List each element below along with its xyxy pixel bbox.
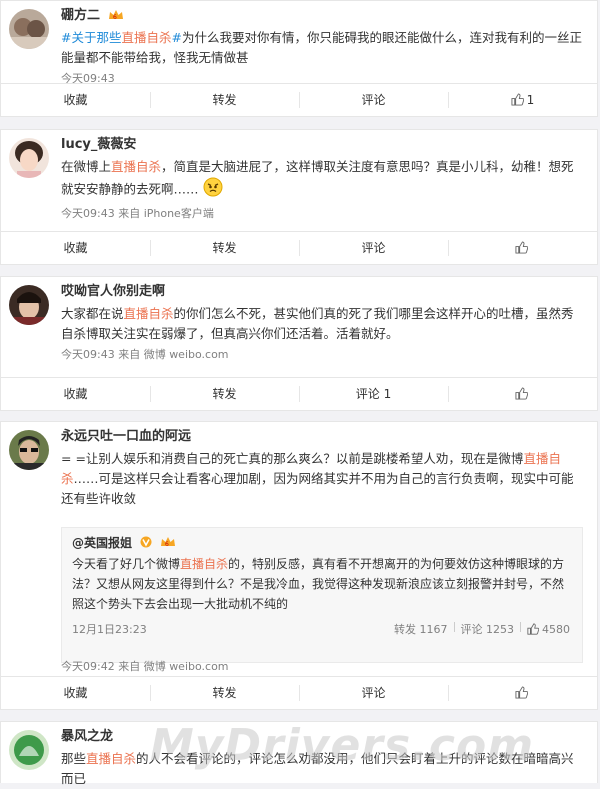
comment-card: 暴风之龙 那些直播自杀的人不会看评论的，评论怎么劝都没用，他们只会盯着上升的评论…	[0, 721, 598, 786]
text-span: = =让别人娱乐和消费自己的死亡真的那么爽么？以前是跳楼希望人劝，现在是微博	[61, 451, 524, 466]
text-span: 的人不会看评论的，评论怎么劝都没用，他们只会盯着上升的评论数在暗暗高兴而已	[61, 751, 574, 786]
avatar[interactable]	[9, 730, 49, 770]
text-span: 在微博上	[61, 159, 112, 174]
thumbs-up-icon	[514, 234, 528, 266]
comment-body: 永远只吐一口血的阿远 = =让别人娱乐和消费自己的死亡真的那么爽么？以前是跳楼希…	[61, 428, 585, 509]
comment-button[interactable]: 评论	[299, 677, 448, 709]
comment-card: 硼方二 6 #关于那些直播自杀#为什么我要对你有情，你只能碍我的眼还能做什么，连…	[0, 0, 598, 117]
username[interactable]: 硼方二	[61, 7, 100, 25]
collect-button[interactable]: 收藏	[1, 378, 150, 410]
comment-time: 今天09:43 来自 微博 weibo.com	[61, 348, 229, 361]
thumbs-up-icon	[514, 380, 528, 412]
keyword-link[interactable]: 直播自杀	[124, 306, 174, 321]
comment-time: 今天09:43 来自 iPhone客户端	[61, 207, 214, 220]
action-bar: 收藏 转发 评论	[1, 676, 597, 709]
comment-button[interactable]: 评论	[299, 232, 448, 264]
username[interactable]: 暴风之龙	[61, 728, 113, 746]
action-bar: 收藏 转发 评论 1	[1, 377, 597, 410]
comment-time: 今天09:42 来自 微博 weibo.com	[61, 660, 229, 673]
comment-text: 大家都在说直播自杀的你们怎么不死，甚实他们真的死了我们哪里会这样开心的吐槽，虽然…	[61, 304, 585, 344]
username[interactable]: lucy_薇薇安	[61, 136, 136, 154]
member-crown-icon: 6	[160, 536, 176, 551]
comment-body: 暴风之龙 那些直播自杀的人不会看评论的，评论怎么劝都没用，他们只会盯着上升的评论…	[61, 728, 585, 789]
keyword-link[interactable]: 直播自杀	[86, 751, 136, 766]
repost-button[interactable]: 转发	[150, 232, 299, 264]
comment-body: 哎呦官人你别走啊 大家都在说直播自杀的你们怎么不死，甚实他们真的死了我们哪里会这…	[61, 283, 585, 363]
comment-text-content: 在微博上直播自杀，简直是大脑进屁了，这样博取关注度有意思吗？真是小儿科，幼稚！想…	[61, 159, 574, 197]
username[interactable]: 哎呦官人你别走啊	[61, 283, 165, 301]
like-button[interactable]	[448, 232, 597, 264]
comment-count-link[interactable]: 评论 1253	[461, 622, 515, 640]
svg-text:6: 6	[165, 541, 169, 548]
reposted-weibo[interactable]: @英国报姐 6 今天看了好几个微博直播自杀的，特别反感，真有看不开想离开的为何要…	[61, 527, 583, 663]
repost-footer: 12月1日23:23 转发 1167 评论 1253 4580	[72, 622, 570, 640]
like-button[interactable]: 1	[448, 84, 597, 116]
thumbs-up-icon	[511, 86, 524, 118]
like-button[interactable]	[448, 677, 597, 709]
comment-card: 哎呦官人你别走啊 大家都在说直播自杀的你们怎么不死，甚实他们真的死了我们哪里会这…	[0, 276, 598, 411]
collect-button[interactable]: 收藏	[1, 677, 150, 709]
avatar[interactable]	[9, 9, 49, 49]
repost-text: 今天看了好几个微博直播自杀的，特别反感，真有看不开想离开的为何要效仿这种博眼球的…	[72, 554, 570, 614]
comment-body: lucy_薇薇安 在微博上直播自杀，简直是大脑进屁了，这样博取关注度有意思吗？真…	[61, 136, 585, 222]
avatar[interactable]	[9, 285, 49, 325]
comment-button[interactable]: 评论	[299, 84, 448, 116]
collect-button[interactable]: 收藏	[1, 84, 150, 116]
like-count: 1	[526, 93, 535, 107]
collect-button[interactable]: 收藏	[1, 232, 150, 264]
comment-text: 那些直播自杀的人不会看评论的，评论怎么劝都没用，他们只会盯着上升的评论数在暗暗高…	[61, 749, 585, 789]
text-span: ……可是这样只会让看客心理加剧，因为网络其实并不用为自己的言行负责啊，现实中可能…	[61, 471, 574, 506]
svg-text:6: 6	[113, 14, 117, 21]
comment-card: lucy_薇薇安 在微博上直播自杀，简直是大脑进屁了，这样博取关注度有意思吗？真…	[0, 129, 598, 265]
repost-button[interactable]: 转发	[150, 378, 299, 410]
avatar[interactable]	[9, 430, 49, 470]
repost-button[interactable]: 转发	[150, 677, 299, 709]
comment-body: 硼方二 6 #关于那些直播自杀#为什么我要对你有情，你只能碍我的眼还能做什么，连…	[61, 7, 585, 87]
comment-text: = =让别人娱乐和消费自己的死亡真的那么爽么？以前是跳楼希望人劝，现在是微博直播…	[61, 449, 585, 509]
repost-date: 12月1日23:23	[72, 623, 147, 636]
text-span: 那些	[61, 751, 87, 766]
text-span: 今天看了好几个微博	[72, 557, 181, 571]
keyword-link[interactable]: 直播自杀	[111, 159, 161, 174]
keyword-link[interactable]: 直播自杀	[180, 557, 228, 571]
like-count: 4580	[542, 623, 570, 636]
member-crown-icon: 6	[108, 9, 124, 24]
verified-v-icon	[140, 536, 152, 551]
angry-emoji-icon	[203, 177, 223, 203]
like-count-link[interactable]: 4580	[527, 622, 570, 640]
text-span: 大家都在说	[61, 306, 124, 321]
like-button[interactable]	[448, 378, 597, 410]
comment-text: 在微博上直播自杀，简直是大脑进屁了，这样博取关注度有意思吗？真是小儿科，幼稚！想…	[61, 157, 585, 203]
comment-button[interactable]: 评论 1	[299, 378, 448, 410]
thumbs-up-icon	[514, 679, 528, 711]
repost-author[interactable]: @英国报姐	[72, 536, 132, 550]
action-bar: 收藏 转发 评论 1	[1, 83, 597, 116]
repost-button[interactable]: 转发	[150, 84, 299, 116]
hashtag-link[interactable]: #	[172, 30, 182, 45]
username[interactable]: 永远只吐一口血的阿远	[61, 428, 191, 446]
avatar[interactable]	[9, 138, 49, 178]
hashtag-link[interactable]: #关于那些	[61, 30, 121, 45]
action-bar: 收藏 转发 评论	[1, 231, 597, 264]
thumbs-up-icon	[527, 623, 540, 640]
comment-text: #关于那些直播自杀#为什么我要对你有情，你只能碍我的眼还能做什么，连对我有利的一…	[61, 28, 585, 68]
repost-count-link[interactable]: 转发 1167	[394, 622, 448, 640]
keyword-link[interactable]: 直播自杀	[121, 30, 171, 45]
comment-card: 永远只吐一口血的阿远 = =让别人娱乐和消费自己的死亡真的那么爽么？以前是跳楼希…	[0, 421, 598, 710]
